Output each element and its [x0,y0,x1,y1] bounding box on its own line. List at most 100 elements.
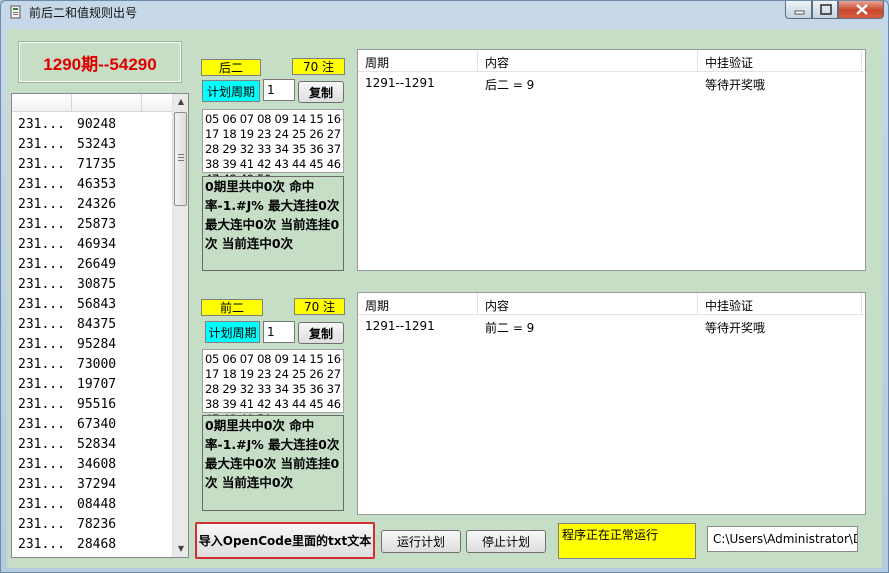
front-grid-col-verify[interactable]: 中挂验证 [698,293,862,315]
history-number-cell: 30875 [77,277,117,292]
back-results-grid[interactable]: 周期 内容 中挂验证 1291--1291 后二 = 9 等待开奖哦 [357,49,866,271]
history-col-period[interactable] [12,94,72,112]
history-list[interactable]: 231... 90248 231... 53243 231... 71735 231... 4… [11,93,189,558]
front-bets-count: 70 注 [294,298,345,315]
front-grid-header: 周期 内容 中挂验证 [358,293,865,315]
history-number-cell: 19707 [77,377,117,392]
history-period-cell: 231... [18,377,65,392]
list-item[interactable]: 231... 84375 [12,314,175,334]
list-item[interactable]: 231... 67340 [12,414,175,434]
history-period-cell: 231... [18,297,65,312]
list-item[interactable]: 231... 46934 [12,234,175,254]
back-copy-button[interactable]: 复制 [298,81,344,103]
scroll-thumb[interactable] [174,112,187,206]
history-period-cell: 231... [18,117,65,132]
back-plan-cycle-label: 计划周期 [202,80,260,102]
history-number-cell: 24326 [77,197,117,212]
history-number-cell: 71735 [77,157,117,172]
list-item[interactable]: 231... 30875 [12,274,175,294]
client-area: 1290期--54290 231... 90248 231... 53243 231..… [7,29,882,568]
run-plan-button[interactable]: 运行计划 [381,530,461,553]
history-number-cell: 08448 [77,497,117,512]
list-item[interactable]: 231... 24326 [12,194,175,214]
import-opencode-button[interactable]: 导入OpenCode里面的txt文本 [195,522,375,559]
back-row-verify: 等待开奖哦 [705,78,766,92]
back-plan-cycle-input[interactable]: 1 [263,79,295,101]
front-plan-cycle-label: 计划周期 [205,321,260,343]
front-label: 前二 [201,299,263,316]
history-scrollbar[interactable]: ▲ ▼ [172,94,188,557]
stop-plan-button[interactable]: 停止计划 [466,530,546,553]
back-grid-header: 周期 内容 中挂验证 [358,50,865,72]
list-item[interactable]: 231... 46353 [12,174,175,194]
front-grid-col-content[interactable]: 内容 [478,293,698,315]
list-item[interactable]: 231... 37294 [12,474,175,494]
table-row[interactable]: 1291--1291 前二 = 9 等待开奖哦 [358,317,865,337]
list-item[interactable]: 231... 90248 [12,114,175,134]
list-item[interactable]: 231... 95284 [12,334,175,354]
back-label: 后二 [201,59,261,76]
list-item[interactable]: 231... 78236 [12,514,175,534]
history-number-cell: 34608 [77,457,117,472]
list-item[interactable]: 231... 71735 [12,154,175,174]
front-row-period: 1291--1291 [365,319,435,333]
table-row[interactable]: 1291--1291 后二 = 9 等待开奖哦 [358,74,865,94]
history-number-cell: 26649 [77,257,117,272]
history-period-cell: 231... [18,357,65,372]
maximize-button[interactable] [812,1,838,19]
title-bar[interactable]: 前后二和值规则出号 [1,1,888,23]
history-period-cell: 231... [18,417,65,432]
close-button[interactable] [838,1,884,19]
list-item[interactable]: 231... 56843 [12,294,175,314]
list-item[interactable]: 231... 28468 [12,534,175,554]
minimize-icon [794,10,805,15]
history-period-cell: 231... [18,437,65,452]
history-number-cell: 84375 [77,317,117,332]
list-item[interactable]: 231... 34608 [12,454,175,474]
close-icon [856,4,868,15]
history-number-cell: 78236 [77,517,117,532]
front-plan-cycle-input[interactable]: 1 [263,321,295,343]
back-grid-col-period[interactable]: 周期 [358,50,478,72]
list-item[interactable]: 231... 52834 [12,434,175,454]
front-row-verify: 等待开奖哦 [705,321,766,335]
minimize-button[interactable] [785,1,812,19]
front-copy-button[interactable]: 复制 [298,322,344,344]
history-number-cell: 52834 [77,437,117,452]
path-field[interactable]: C:\Users\Administrator\De [707,526,858,552]
front-stats-text: 0期里共中0次 命中率-1.#J% 最大连挂0次 最大连中0次 当前连挂0次 当… [202,415,344,511]
history-number-cell: 95516 [77,397,117,412]
front-results-grid[interactable]: 周期 内容 中挂验证 1291--1291 前二 = 9 等待开奖哦 [357,292,866,515]
window-title: 前后二和值规则出号 [29,6,138,20]
scroll-down-icon[interactable]: ▼ [173,541,188,557]
history-period-cell: 231... [18,197,65,212]
back-row-period: 1291--1291 [365,76,435,90]
history-number-cell: 67340 [77,417,117,432]
list-item[interactable]: 231... 73000 [12,354,175,374]
history-list-header [12,94,175,112]
list-item[interactable]: 231... 25873 [12,214,175,234]
history-rows: 231... 90248 231... 53243 231... 71735 231... 4… [12,114,175,554]
list-item[interactable]: 231... 95516 [12,394,175,414]
history-period-cell: 231... [18,397,65,412]
history-number-cell: 56843 [77,297,117,312]
back-grid-col-verify[interactable]: 中挂验证 [698,50,862,72]
scroll-up-icon[interactable]: ▲ [173,94,188,110]
front-grid-col-period[interactable]: 周期 [358,293,478,315]
back-grid-col-content[interactable]: 内容 [478,50,698,72]
status-text: 程序正在正常运行 [558,523,696,559]
history-col-number[interactable] [72,94,142,112]
history-period-cell: 231... [18,277,65,292]
app-window: 前后二和值规则出号 1290期--54290 231... 90248 231...… [0,0,889,573]
history-number-cell: 53243 [77,137,117,152]
back-bets-count: 70 注 [292,58,345,75]
list-item[interactable]: 231... 08448 [12,494,175,514]
history-period-cell: 231... [18,217,65,232]
list-item[interactable]: 231... 53243 [12,134,175,154]
back-numbers-text: 05 06 07 08 09 14 15 16 17 18 19 23 24 2… [202,109,344,186]
history-number-cell: 46934 [77,237,117,252]
list-item[interactable]: 231... 19707 [12,374,175,394]
app-icon [10,5,21,19]
history-period-cell: 231... [18,257,65,272]
list-item[interactable]: 231... 26649 [12,254,175,274]
